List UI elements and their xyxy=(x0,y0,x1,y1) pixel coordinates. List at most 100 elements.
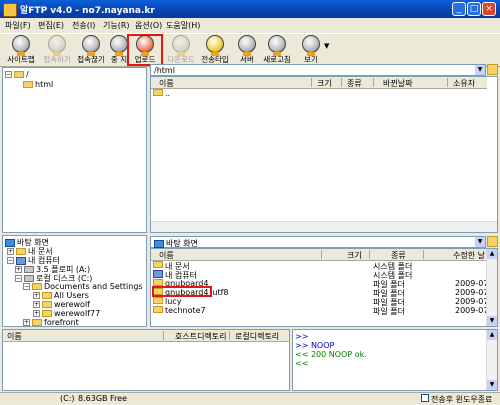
expand-icon[interactable]: + xyxy=(15,266,22,273)
folder-icon xyxy=(42,301,52,308)
sitemap-icon xyxy=(12,35,30,56)
collapse-icon[interactable]: − xyxy=(23,283,30,290)
col-type[interactable]: 종류 xyxy=(347,78,362,89)
folder-icon xyxy=(42,292,52,299)
folder-icon xyxy=(153,297,163,304)
tree-item-documents-settings[interactable]: − Documents and Settings xyxy=(23,282,143,291)
view-icon xyxy=(302,35,320,56)
col-type[interactable]: 종류 xyxy=(391,250,406,261)
folder-icon xyxy=(16,248,26,255)
folder-icon xyxy=(153,261,163,268)
col-name[interactable]: 이름 xyxy=(7,331,22,342)
col-owner[interactable]: 소유자 xyxy=(453,78,475,89)
collapse-icon[interactable]: − xyxy=(7,257,14,264)
folder-icon xyxy=(42,310,52,317)
connect-button[interactable]: 접속하기 xyxy=(38,35,76,65)
hard-disk-icon xyxy=(24,275,34,282)
floppy-icon xyxy=(24,266,34,273)
shutdown-after-transfer-checkbox[interactable] xyxy=(421,394,429,402)
log-line: >> NOOP xyxy=(295,341,335,350)
folder-icon xyxy=(23,81,33,88)
col-name[interactable]: 이름 xyxy=(159,78,174,89)
log-line: << xyxy=(295,359,309,368)
refresh-button[interactable]: 새로고침 xyxy=(258,35,296,65)
col-modified[interactable]: 바뀐날짜 xyxy=(383,78,412,89)
scroll-up-icon[interactable]: ▲ xyxy=(487,249,497,259)
col-name[interactable]: 이름 xyxy=(159,250,174,261)
title-bar: 알FTP v4.0 - no7.nayana.kr _ □ × xyxy=(0,0,500,18)
vertical-scrollbar[interactable]: ▲ ▼ xyxy=(486,330,497,390)
tree-item-forefront[interactable]: + forefront xyxy=(23,318,79,326)
expand-icon[interactable]: + xyxy=(23,319,30,326)
transfer-queue-panel[interactable]: 이름 호스트디렉토리 로컬디렉토리 xyxy=(2,329,290,391)
chevron-down-icon[interactable]: ▼ xyxy=(475,65,485,75)
disconnect-icon xyxy=(82,35,100,56)
view-button[interactable]: 보기 xyxy=(292,35,330,65)
toolbar: 사이트맵 접속하기 접속끊기 중 지 업로드 다운로드 전송타입 서버 새로고침… xyxy=(0,33,500,67)
chevron-down-icon[interactable]: ▼ xyxy=(475,237,485,247)
server-icon xyxy=(238,35,256,56)
local-path-combo[interactable]: 바탕 화면 ▼ xyxy=(150,236,486,248)
tree-item-root[interactable]: − / xyxy=(5,70,29,79)
scroll-up-icon[interactable]: ▲ xyxy=(487,330,497,340)
menu-file[interactable]: 파일(F) xyxy=(5,20,31,31)
download-button[interactable]: 다운로드 xyxy=(162,35,200,65)
log-line: >> xyxy=(295,332,309,341)
local-up-folder-icon[interactable] xyxy=(487,236,498,247)
status-bar: (C:) 8.63GB Free 전송후 윈도우종료 xyxy=(0,392,500,404)
expand-icon[interactable]: + xyxy=(33,292,40,299)
expand-icon[interactable]: + xyxy=(33,301,40,308)
upload-icon xyxy=(136,35,154,56)
collapse-icon[interactable]: − xyxy=(15,275,22,282)
folder-icon xyxy=(153,89,163,96)
queue-header: 이름 호스트디렉토리 로컬디렉토리 xyxy=(3,330,289,342)
menu-edit[interactable]: 편집(E) xyxy=(38,20,64,31)
menu-help[interactable]: 도움말(H) xyxy=(166,20,200,31)
log-panel[interactable]: >> >> NOOP << 200 NOOP ok. << ▲ ▼ xyxy=(292,329,498,391)
col-local-dir[interactable]: 로컬디렉토리 xyxy=(235,331,279,342)
scroll-down-icon[interactable]: ▼ xyxy=(487,380,497,390)
list-item[interactable]: technote7 파일 폴더 2009-07-25 xyxy=(153,306,497,316)
computer-icon xyxy=(153,270,163,278)
status-drive: (C:) xyxy=(60,394,75,403)
folder-icon xyxy=(153,279,163,286)
upload-button[interactable]: 업로드 xyxy=(127,34,163,66)
remote-list-header: 이름 크기 종류 바뀐날짜 소유자 xyxy=(151,77,487,89)
collapse-icon[interactable]: − xyxy=(5,71,12,78)
tree-item-all-users[interactable]: + All Users xyxy=(33,291,89,300)
local-file-list[interactable]: 이름 크기 종류 수정한 날 내 문서 시스템 폴더 내 컴퓨터 시스템 폴더 … xyxy=(150,248,498,327)
maximize-button[interactable]: □ xyxy=(467,2,481,16)
remote-path-combo[interactable]: /html ▼ xyxy=(150,64,486,76)
local-tree-panel[interactable]: 바탕 화면 + 내 문서 − 내 컴퓨터 +3.5 플로피 (A:) − 로컬 디스크… xyxy=(2,235,147,327)
connect-icon xyxy=(48,35,66,56)
menu-options[interactable]: 옵션(O) xyxy=(135,20,162,31)
window-title: 알FTP v4.0 - no7.nayana.kr xyxy=(20,6,155,16)
vertical-scrollbar[interactable]: ▲ ▼ xyxy=(486,249,497,326)
selection-highlight xyxy=(152,286,212,297)
expand-icon[interactable]: + xyxy=(33,310,40,317)
remote-file-list[interactable]: 이름 크기 종류 바뀐날짜 소유자 .. xyxy=(150,76,498,233)
desktop-icon xyxy=(154,239,164,248)
remote-tree-panel[interactable]: − / html xyxy=(2,67,147,233)
col-modified[interactable]: 수정한 날 xyxy=(453,250,485,261)
tree-item-html[interactable]: html xyxy=(23,80,53,89)
minimize-button[interactable]: _ xyxy=(452,2,466,16)
tree-item-werewolf[interactable]: + werewolf xyxy=(33,300,90,309)
view-dropdown-arrow-icon[interactable]: ▼ xyxy=(324,42,329,50)
local-list-header: 이름 크기 종류 수정한 날 xyxy=(151,249,487,261)
folder-icon xyxy=(32,283,42,290)
menu-function[interactable]: 기능(R) xyxy=(103,20,130,31)
folder-icon xyxy=(14,71,24,78)
menu-transfer[interactable]: 전송(I) xyxy=(72,20,95,31)
remote-up-folder-icon[interactable] xyxy=(487,64,498,75)
col-size[interactable]: 크기 xyxy=(317,78,332,89)
col-host-dir[interactable]: 호스트디렉토리 xyxy=(175,331,227,342)
app-icon xyxy=(3,3,17,17)
scroll-down-icon[interactable]: ▼ xyxy=(487,316,497,326)
sitemap-button[interactable]: 사이트맵 xyxy=(2,35,40,65)
horizontal-scrollbar[interactable] xyxy=(151,221,497,232)
col-size[interactable]: 크기 xyxy=(347,250,362,261)
close-button[interactable]: × xyxy=(482,2,496,16)
expand-icon[interactable]: + xyxy=(7,248,14,255)
tree-item-werewolf77[interactable]: + werewolf77 xyxy=(33,309,100,318)
